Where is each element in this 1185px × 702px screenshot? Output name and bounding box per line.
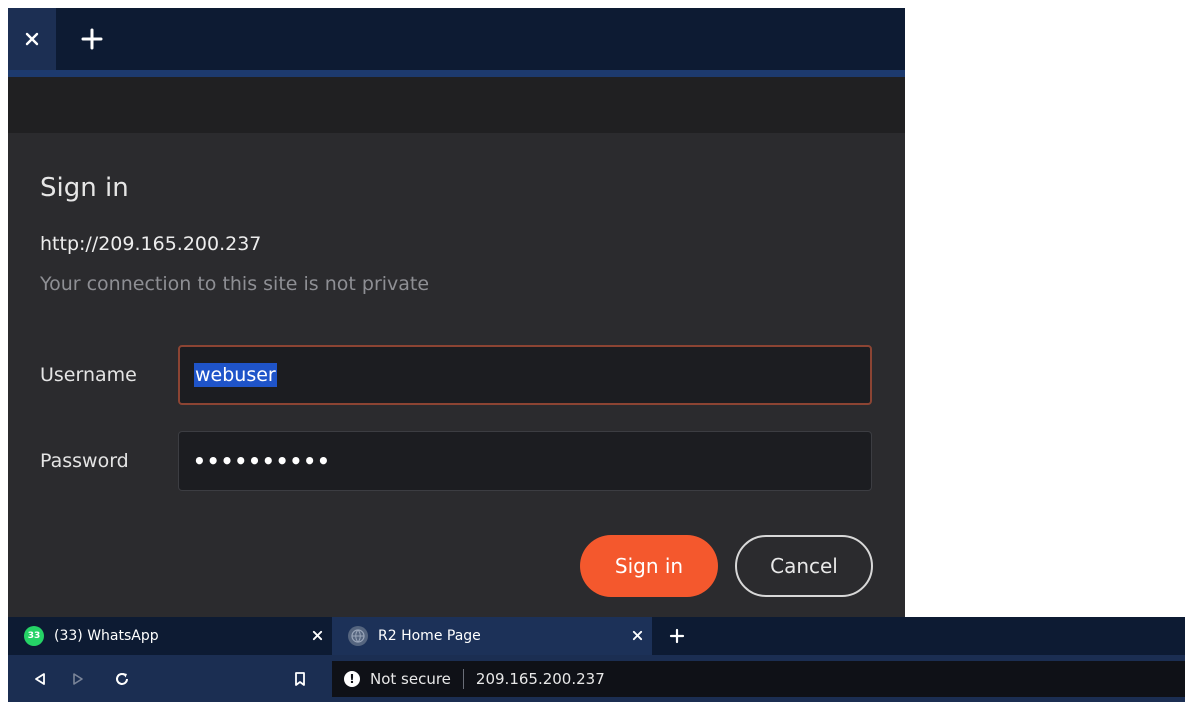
close-icon — [632, 630, 642, 641]
sign-in-dialog: Sign in http://209.165.200.237 Your conn… — [8, 133, 905, 617]
address-separator — [462, 669, 464, 689]
forward-button[interactable] — [62, 655, 94, 702]
back-icon — [35, 672, 45, 685]
dialog-origin: http://209.165.200.237 — [40, 233, 262, 255]
username-label: Username — [40, 364, 137, 386]
tab-strip: 33 (33) WhatsApp R2 Home Page — [8, 617, 1185, 655]
url-text[interactable]: 209.165.200.237 — [476, 670, 605, 688]
tab-strip-divider — [8, 70, 905, 77]
connection-warning: Your connection to this site is not priv… — [40, 273, 430, 295]
username-value: webuser — [194, 363, 277, 387]
tab-title: (33) WhatsApp — [54, 628, 159, 644]
address-bar[interactable]: ! Not secure 209.165.200.237 — [332, 661, 1185, 697]
bookmark-icon — [295, 671, 305, 686]
new-tab-button[interactable] — [70, 8, 114, 70]
cancel-button[interactable]: Cancel — [735, 535, 873, 597]
toolbar-top — [8, 77, 905, 133]
back-button[interactable] — [24, 655, 56, 702]
tab-whatsapp[interactable]: 33 (33) WhatsApp — [8, 617, 332, 655]
tab-title: R2 Home Page — [378, 628, 481, 644]
globe-icon — [348, 626, 368, 646]
password-label: Password — [40, 450, 129, 472]
info-icon[interactable]: ! — [344, 671, 360, 687]
forward-icon — [73, 672, 83, 685]
plus-icon — [669, 628, 685, 644]
bookmark-button[interactable] — [284, 655, 316, 702]
tab-close-button[interactable] — [302, 627, 332, 645]
new-tab-button[interactable] — [660, 617, 694, 655]
browser-window-top: Sign in http://209.165.200.237 Your conn… — [8, 8, 905, 617]
tab-strip-top — [8, 8, 905, 70]
close-icon — [25, 32, 39, 46]
whatsapp-icon: 33 — [24, 626, 44, 646]
reload-button[interactable] — [106, 655, 138, 702]
password-value: •••••••••• — [193, 449, 331, 473]
close-tab-button[interactable] — [8, 8, 56, 70]
tab-r2-home[interactable]: R2 Home Page — [332, 617, 652, 655]
tab-close-button[interactable] — [622, 627, 652, 645]
plus-icon — [81, 28, 103, 50]
dialog-title: Sign in — [40, 173, 129, 203]
close-icon — [312, 630, 322, 641]
reload-icon — [116, 672, 128, 685]
security-status[interactable]: Not secure — [370, 670, 451, 688]
username-field[interactable]: webuser — [178, 345, 872, 405]
toolbar: ! Not secure 209.165.200.237 — [8, 655, 1185, 702]
password-field[interactable]: •••••••••• — [178, 431, 872, 491]
sign-in-button[interactable]: Sign in — [580, 535, 718, 597]
